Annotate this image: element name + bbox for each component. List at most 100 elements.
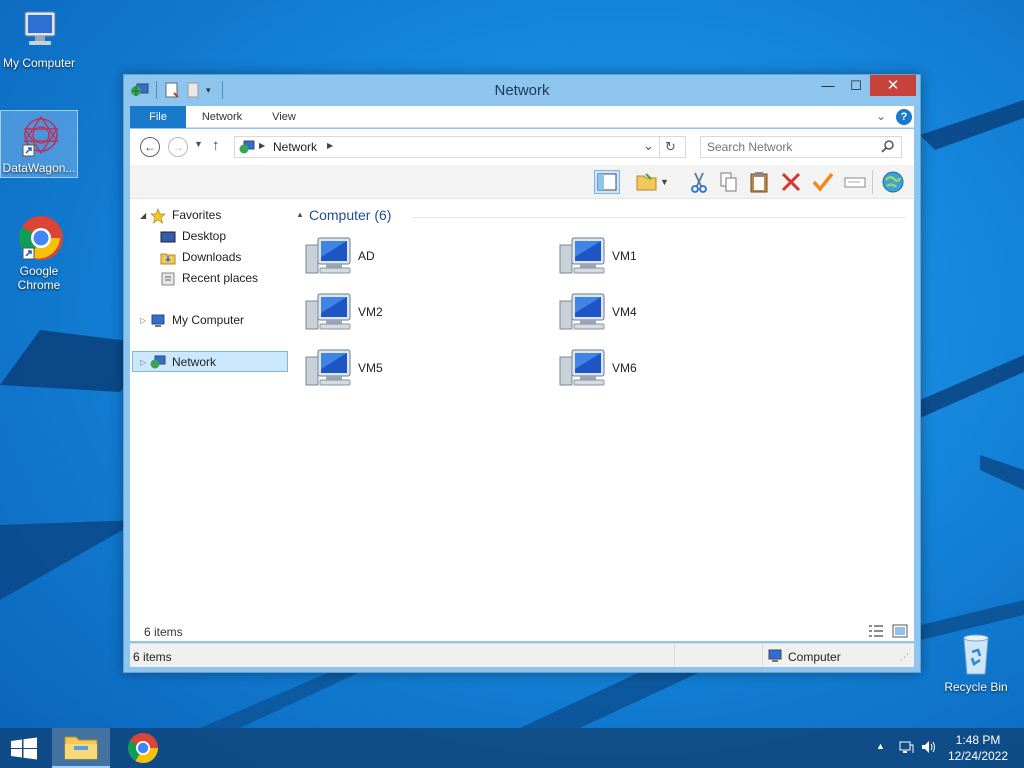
explorer-window[interactable]: ▾ Network — ☐ ✕ File Network View ⌄ ? ← … — [123, 74, 921, 673]
computer-icon — [304, 291, 354, 337]
collapse-group-icon[interactable]: ▲ — [296, 210, 304, 219]
refresh-icon[interactable]: ↻ — [665, 139, 676, 155]
desktop-icon — [160, 229, 176, 245]
tree-label: Recent places — [182, 271, 259, 285]
delete-icon[interactable] — [778, 170, 804, 194]
tree-item-desktop[interactable]: Desktop — [160, 226, 290, 247]
recent-locations-dropdown[interactable]: ▼ — [194, 139, 203, 149]
help-icon[interactable]: ? — [896, 109, 912, 125]
paste-icon[interactable] — [746, 170, 772, 194]
close-button[interactable]: ✕ — [870, 75, 916, 96]
desktop-icon-label: My Computer — [2, 56, 76, 70]
computer-item-vm4[interactable]: VM4 — [558, 289, 798, 339]
tab-view[interactable]: View — [260, 106, 308, 128]
recent-places-icon — [160, 271, 176, 287]
rename-icon[interactable] — [842, 170, 868, 194]
tree-label: My Computer — [172, 313, 245, 327]
computer-icon — [304, 347, 354, 393]
large-icons-view-icon[interactable] — [892, 624, 908, 641]
expand-arrow-icon[interactable]: ▷ — [140, 310, 146, 331]
tree-item-my-computer[interactable]: ▷ My Computer — [140, 310, 290, 331]
computer-icon — [558, 347, 608, 393]
computer-item-vm2[interactable]: VM2 — [304, 289, 544, 339]
title-bar[interactable]: ▾ Network — ☐ ✕ — [124, 75, 920, 105]
search-icon[interactable] — [881, 139, 895, 156]
copy-icon[interactable] — [716, 170, 742, 194]
checkmark-icon[interactable] — [810, 170, 836, 194]
tab-file[interactable]: File — [130, 106, 186, 128]
file-explorer-icon — [64, 736, 98, 760]
file-pane[interactable]: ▲ Computer (6) AD VM1 VM2 VM4 VM5 VM6 — [296, 199, 914, 641]
tree-label: Favorites — [172, 208, 222, 222]
breadcrumb-network[interactable]: Network — [273, 140, 317, 154]
desktop-icon-label: Recycle Bin — [944, 680, 1008, 694]
clock-time: 1:48 PM — [955, 733, 1001, 747]
maximize-button[interactable]: ☐ — [842, 75, 870, 96]
recycle-bin-icon — [952, 630, 1000, 678]
star-icon — [150, 208, 166, 224]
desktop-icon-datawagon[interactable]: DataWagon... — [0, 110, 78, 178]
desktop-icon-google-chrome[interactable]: Google Chrome — [0, 214, 78, 292]
status-bar: 6 items Computer ⋰ — [130, 643, 914, 667]
folder-options-dropdown-icon[interactable]: ▼ — [660, 170, 672, 194]
address-dropdown-icon[interactable]: ⌄ — [643, 138, 654, 154]
cut-icon[interactable] — [686, 170, 712, 194]
datawagon-icon — [15, 111, 63, 159]
command-toolbar: ▼ — [130, 165, 914, 199]
search-box[interactable] — [700, 136, 902, 158]
tree-item-downloads[interactable]: Downloads — [160, 247, 290, 268]
computer-icon — [558, 291, 608, 337]
window-title: Network — [494, 82, 550, 99]
back-button[interactable]: ← — [140, 137, 160, 157]
breadcrumb-separator-icon[interactable]: ▶ — [327, 141, 333, 150]
expand-ribbon-icon[interactable]: ⌄ — [876, 109, 886, 123]
globe-icon[interactable] — [880, 170, 906, 194]
tab-network[interactable]: Network — [194, 106, 250, 128]
computer-item-vm5[interactable]: VM5 — [304, 345, 544, 395]
forward-button[interactable]: → — [168, 137, 188, 157]
tree-label: Downloads — [182, 250, 242, 264]
navigation-pane[interactable]: ◢ Favorites Desktop Downloads Recent pla… — [130, 199, 290, 641]
tree-item-favorites[interactable]: ◢ Favorites — [140, 205, 290, 226]
tree-item-network[interactable]: ▷ Network — [132, 351, 288, 372]
desktop-icon-label: DataWagon... — [2, 161, 76, 175]
collapse-arrow-icon[interactable]: ◢ — [140, 205, 146, 226]
computer-item-vm1[interactable]: VM1 — [558, 233, 798, 283]
tree-item-recent-places[interactable]: Recent places — [160, 268, 290, 289]
minimize-button[interactable]: — — [814, 75, 842, 96]
expand-arrow-icon[interactable]: ▷ — [140, 352, 146, 373]
computer-name: AD — [358, 249, 375, 263]
network-icon — [150, 354, 166, 370]
computer-icon — [558, 235, 608, 281]
show-hidden-icons-icon[interactable]: ▲ — [876, 741, 885, 751]
address-bar[interactable]: ▶ Network ▶ ⌄ ↻ — [234, 136, 686, 158]
computer-item-vm6[interactable]: VM6 — [558, 345, 798, 395]
address-divider — [659, 137, 660, 157]
computer-name: VM6 — [612, 361, 637, 375]
item-count-strip: 6 items — [130, 621, 914, 641]
desktop-icon-recycle-bin[interactable]: Recycle Bin — [936, 630, 1016, 694]
tree-label: Desktop — [182, 229, 227, 243]
close-icon: ✕ — [886, 77, 900, 94]
resize-grip-icon[interactable]: ⋰ — [900, 652, 909, 663]
folder-options-icon[interactable] — [634, 170, 660, 194]
computer-name: VM2 — [358, 305, 383, 319]
computer-item-ad[interactable]: AD — [304, 233, 544, 283]
status-item-count: 6 items — [133, 650, 172, 664]
taskbar-file-explorer[interactable] — [52, 728, 110, 768]
up-button[interactable]: ↑ — [212, 137, 220, 154]
network-tray-icon[interactable] — [898, 739, 914, 758]
computer-name: VM1 — [612, 249, 637, 263]
chrome-icon — [127, 733, 158, 764]
preview-pane-button[interactable] — [594, 170, 620, 194]
computer-name: VM4 — [612, 305, 637, 319]
desktop-icon-my-computer[interactable]: My Computer — [0, 6, 78, 70]
start-button[interactable] — [6, 728, 42, 768]
group-label: Computer (6) — [309, 207, 392, 223]
ribbon-tabs: File Network View ⌄ ? — [130, 106, 914, 128]
search-input[interactable] — [707, 140, 877, 154]
details-view-icon[interactable] — [868, 624, 884, 641]
taskbar-chrome[interactable] — [118, 728, 168, 768]
system-clock[interactable]: 1:48 PM 12/24/2022 — [936, 732, 1020, 764]
maximize-icon: ☐ — [850, 78, 862, 93]
